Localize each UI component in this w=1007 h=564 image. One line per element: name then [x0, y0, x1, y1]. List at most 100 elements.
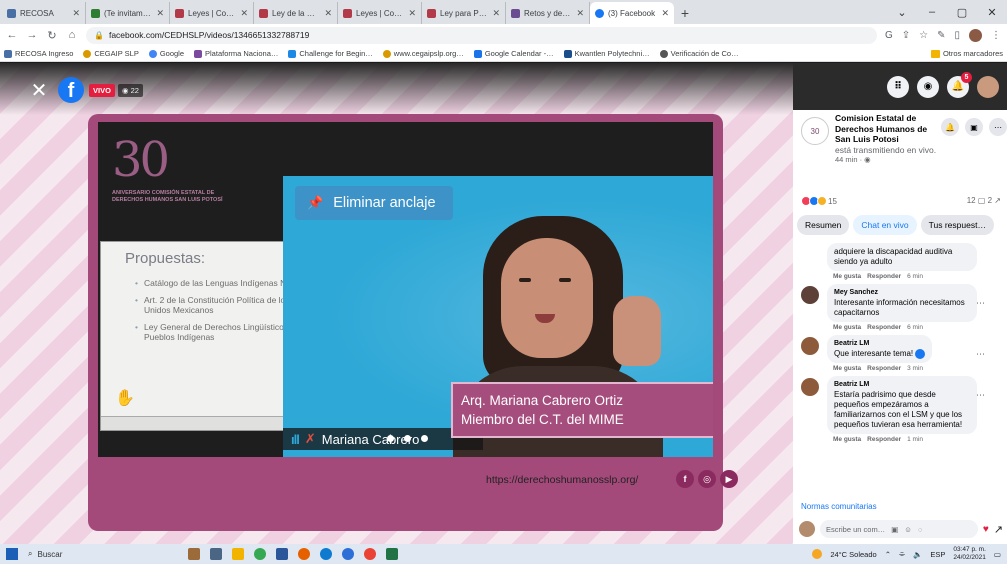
sidepanel-icon[interactable]: ▯: [954, 30, 960, 41]
comment-input[interactable]: Escribe un com… ▣ ☺ ◌: [820, 520, 978, 538]
bookmark-item[interactable]: Verificación de Co…: [659, 49, 739, 58]
reactions[interactable]: 15: [801, 196, 837, 206]
bookmark-item[interactable]: RECOSA Ingreso: [4, 49, 73, 58]
account-avatar[interactable]: [977, 75, 999, 98]
comments-shares-count[interactable]: 12 ▢ 2 ↗: [967, 196, 1001, 206]
extensions-icon[interactable]: ✎: [937, 30, 945, 41]
edge-icon[interactable]: [320, 548, 332, 560]
windows-start-icon[interactable]: [6, 548, 18, 560]
reload-icon[interactable]: ↻: [46, 29, 58, 42]
weather-text[interactable]: 24°C Soleado: [830, 550, 876, 559]
home-icon[interactable]: ⌂: [66, 29, 78, 41]
commenter-avatar[interactable]: [801, 337, 819, 355]
back-icon[interactable]: ←: [6, 29, 18, 41]
notifications-center-icon[interactable]: ▭: [994, 550, 1001, 559]
heart-react-icon[interactable]: ♥: [983, 524, 989, 535]
tab-close-icon[interactable]: ✕: [156, 8, 164, 19]
like-link[interactable]: Me gusta: [833, 273, 861, 280]
language-indicator[interactable]: ESP: [930, 550, 945, 559]
excel-icon[interactable]: [386, 548, 398, 560]
comment-more-icon[interactable]: ⋯: [976, 349, 985, 360]
tab-close-icon[interactable]: ✕: [661, 8, 669, 19]
bookmark-item[interactable]: Kwantlen Polytechni…: [563, 49, 650, 58]
new-tab-button[interactable]: +: [674, 2, 696, 24]
bookmark-item[interactable]: CEGAIP SLP: [83, 49, 139, 58]
tab-close-icon[interactable]: ✕: [408, 8, 416, 19]
emoji-icon[interactable]: ☺: [904, 525, 912, 534]
tab-close-icon[interactable]: ✕: [72, 8, 80, 19]
browser-tab[interactable]: RECOSA ✕: [2, 2, 86, 24]
facebook-logo-icon[interactable]: f: [58, 77, 84, 103]
reply-link[interactable]: Responder: [867, 324, 901, 331]
commenter-avatar[interactable]: [801, 378, 819, 397]
app-icon[interactable]: [342, 548, 354, 560]
page-name[interactable]: Comision Estatal de Derechos Humanos de …: [835, 113, 945, 145]
comment-author[interactable]: Beatriz LM: [834, 339, 925, 349]
community-rules-link[interactable]: Normas comunitarias: [801, 502, 877, 511]
bookmark-item[interactable]: www.cegaipslp.org…: [382, 49, 464, 58]
volume-icon[interactable]: 🔈: [913, 550, 922, 559]
tab-resumen[interactable]: Resumen: [797, 215, 850, 235]
browser-tab[interactable]: (Te invitamos a pr… ✕: [86, 2, 170, 24]
browser-tab[interactable]: Leyes | Congreso d… ✕: [170, 2, 254, 24]
taskbar-app-icon[interactable]: [188, 548, 200, 560]
menu-grid-icon[interactable]: ⠿: [887, 75, 909, 98]
star-icon[interactable]: ☆: [919, 30, 928, 41]
comment-more-icon[interactable]: ⋯: [976, 390, 985, 401]
tray-chevron-icon[interactable]: ⌃: [885, 550, 891, 559]
reply-link[interactable]: Responder: [867, 273, 901, 280]
commenter-avatar[interactable]: [801, 286, 819, 304]
network-icon[interactable]: ⌯: [899, 549, 905, 559]
browser-tab-active[interactable]: (3) Facebook ✕: [590, 2, 674, 24]
more-options-icon[interactable]: ⋯: [989, 118, 1007, 136]
video-player[interactable]: ✕ f VIVO ◉ 22 30 ANIVERSARIO COMISIÓN ES…: [0, 63, 793, 544]
save-icon[interactable]: ▣: [965, 118, 983, 136]
share-icon[interactable]: ⇪: [902, 30, 910, 41]
browser-tab[interactable]: Ley para Prevenir…✕: [422, 2, 506, 24]
profile-avatar[interactable]: [969, 28, 982, 42]
sticker-icon[interactable]: ◌: [918, 525, 922, 534]
like-link[interactable]: Me gusta: [833, 436, 861, 443]
taskbar-search[interactable]: ⌕ Buscar: [28, 549, 178, 559]
forward-icon[interactable]: →: [26, 29, 38, 41]
messenger-icon[interactable]: ◉: [917, 75, 939, 98]
reply-link[interactable]: Responder: [867, 365, 901, 372]
tab-close-icon[interactable]: ✕: [576, 8, 584, 19]
other-bookmarks[interactable]: Otros marcadores: [930, 49, 1003, 58]
google-icon[interactable]: G: [885, 30, 893, 41]
like-link[interactable]: Me gusta: [833, 365, 861, 372]
comment-author[interactable]: Beatriz LM: [834, 380, 970, 390]
share-icon[interactable]: ↗: [994, 523, 1003, 536]
tab-close-icon[interactable]: ✕: [492, 8, 500, 19]
unpin-button[interactable]: 📌 Eliminar anclaje: [295, 186, 453, 220]
tab-close-icon[interactable]: ✕: [240, 8, 248, 19]
browser-tab[interactable]: Ley de la Comisión… ✕: [254, 2, 338, 24]
maximize-button[interactable]: ▢: [947, 0, 977, 24]
notifications-icon[interactable]: 🔔 5: [947, 71, 972, 98]
close-icon[interactable]: ✕: [28, 80, 50, 102]
comment-more-icon[interactable]: ⋯: [976, 298, 985, 309]
bookmark-item[interactable]: Google Calendar -…: [473, 49, 554, 58]
firefox-icon[interactable]: [298, 548, 310, 560]
page-avatar[interactable]: 30: [801, 117, 829, 145]
browser-tab[interactable]: Leyes | Congreso d… ✕: [338, 2, 422, 24]
address-bar[interactable]: 🔒 facebook.com/CEDHSLP/videos/1346651332…: [86, 26, 877, 44]
close-window-button[interactable]: ✕: [977, 0, 1007, 24]
chrome-icon[interactable]: [364, 548, 376, 560]
gif-icon[interactable]: ▣: [891, 525, 898, 534]
menu-dots-icon[interactable]: ⋮: [991, 30, 1001, 41]
tab-search-icon[interactable]: ⌄: [887, 0, 917, 24]
bookmark-item[interactable]: Challenge for Begin…: [288, 49, 373, 58]
browser-tab[interactable]: Retos y desafíos d… ✕: [506, 2, 590, 24]
like-link[interactable]: Me gusta: [833, 324, 861, 331]
comment-author[interactable]: Mey Sanchez: [834, 288, 970, 298]
tab-close-icon[interactable]: ✕: [324, 8, 332, 19]
minimize-button[interactable]: –: [917, 0, 947, 24]
notify-bell-icon[interactable]: 🔔: [941, 118, 959, 136]
bookmark-item[interactable]: Google: [148, 49, 184, 58]
clock[interactable]: 03:47 p. m. 24/02/2021: [953, 546, 986, 562]
bookmark-item[interactable]: Plataforma Naciona…: [194, 49, 278, 58]
taskview-icon[interactable]: [210, 548, 222, 560]
explorer-icon[interactable]: [232, 548, 244, 560]
tab-tus-respuestas[interactable]: Tus respuest…: [920, 215, 994, 235]
